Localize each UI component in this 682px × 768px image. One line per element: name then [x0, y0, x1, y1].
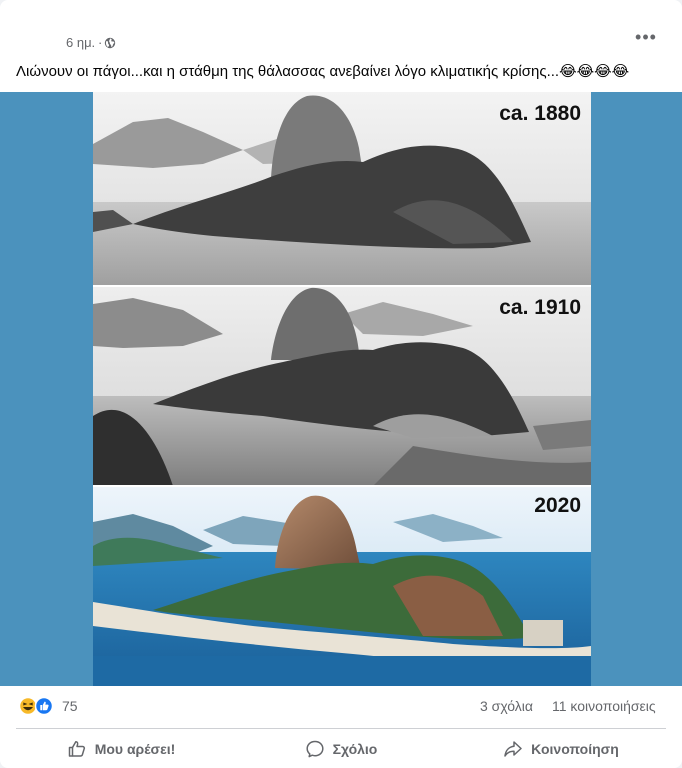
post-card: 6 ημ. · ••• Λιώνουν οι πάγοι...και η στά…	[0, 0, 682, 768]
post-photo[interactable]: ca. 1880 ca. 1910 2020	[93, 92, 591, 686]
panel-label-1880: ca. 1880	[499, 102, 581, 125]
panel-label-2020: 2020	[534, 494, 581, 517]
comment-bubble-icon	[306, 740, 324, 758]
post-action-bar: Μου αρέσει! Σχόλιο Κοινοποίηση	[0, 730, 682, 768]
share-button[interactable]: Κοινοποίηση	[456, 732, 666, 766]
comment-button-label: Σχόλιο	[332, 741, 378, 757]
globe-icon[interactable]	[104, 37, 116, 49]
like-icon	[34, 696, 54, 716]
comment-button[interactable]: Σχόλιο	[236, 732, 446, 766]
panel-label-1910: ca. 1910	[499, 296, 581, 319]
post-stats-bar: 75 3 σχόλια 11 κοινοποιήσεις	[0, 686, 682, 726]
reaction-icons[interactable]	[18, 696, 58, 716]
post-media[interactable]: ca. 1880 ca. 1910 2020	[0, 92, 682, 686]
post-body-text: Λιώνουν οι πάγοι...και η στάθμη της θάλα…	[16, 63, 630, 80]
share-count-link[interactable]: 11 κοινοποιήσεις	[552, 698, 656, 714]
meta-separator: ·	[98, 35, 103, 50]
post-timestamp[interactable]: 6 ημ.	[66, 35, 95, 50]
more-options-icon[interactable]: •••	[634, 28, 658, 48]
share-arrow-icon	[504, 741, 522, 757]
like-button[interactable]: Μου αρέσει!	[16, 732, 226, 766]
photo-panel-2020	[93, 486, 591, 686]
thumbs-up-icon	[68, 741, 85, 757]
share-button-label: Κοινοποίηση	[531, 741, 619, 757]
post-header: 6 ημ. · •••	[0, 28, 682, 58]
comment-count-link[interactable]: 3 σχόλια	[480, 698, 533, 714]
stats-divider	[16, 728, 666, 729]
reaction-count[interactable]: 75	[62, 698, 78, 714]
haha-icon	[18, 696, 38, 716]
like-button-label: Μου αρέσει!	[94, 741, 176, 757]
